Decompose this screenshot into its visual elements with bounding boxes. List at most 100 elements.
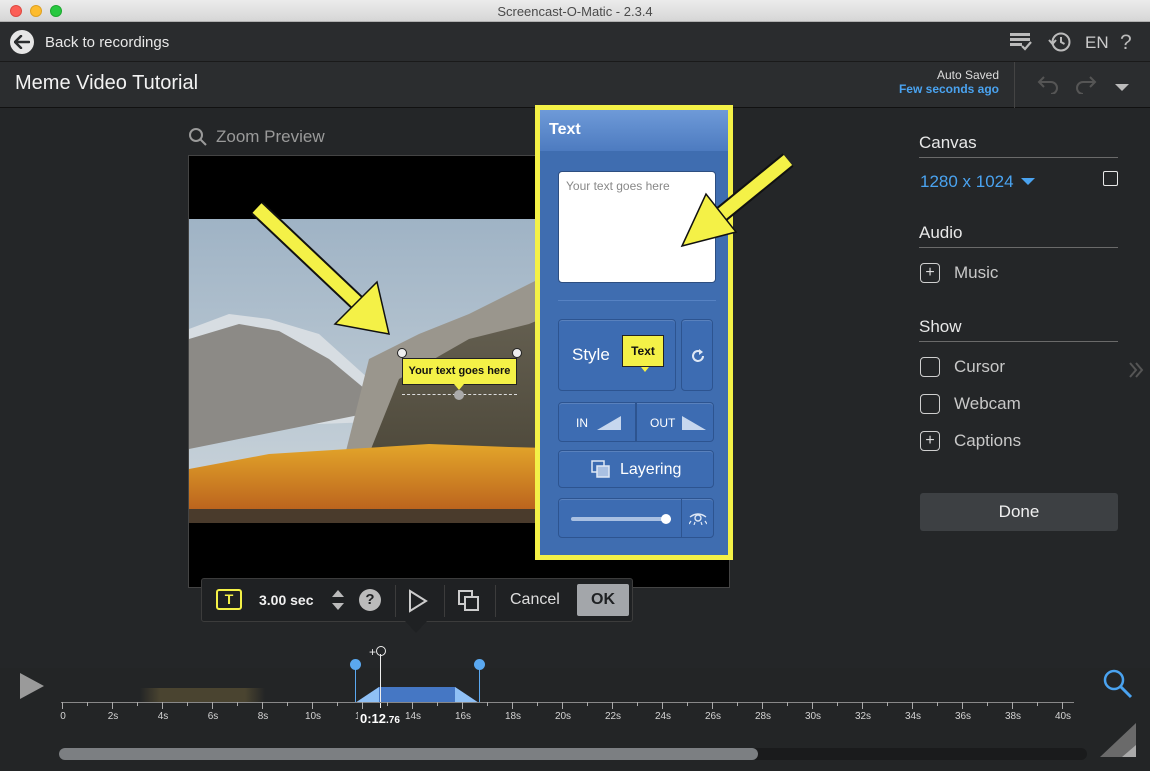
timeline-tick-label: 30s: [804, 711, 822, 722]
timeline-tick-label: 20s: [554, 711, 572, 722]
timeline-minor-tick: [87, 702, 88, 706]
ok-button[interactable]: OK: [577, 584, 629, 616]
opacity-slider-handle[interactable]: [661, 514, 671, 524]
timeline-minor-tick: [1037, 702, 1038, 706]
show-webcam-option[interactable]: Webcam: [920, 394, 1021, 414]
cursor-checkbox[interactable]: [920, 357, 940, 377]
caption-overlay[interactable]: Your text goes here: [397, 348, 522, 400]
undo-icon[interactable]: [1036, 74, 1060, 99]
layers-icon: [591, 460, 610, 478]
help-icon[interactable]: ?: [359, 589, 381, 611]
eye-icon[interactable]: [689, 513, 707, 525]
add-music-option[interactable]: + Music: [920, 263, 998, 283]
timeline-major-tick: [1012, 702, 1013, 709]
timeline-major-tick: [912, 702, 913, 709]
transition-in-button[interactable]: IN: [558, 402, 636, 442]
captions-label: Captions: [954, 431, 1022, 450]
refresh-style-button[interactable]: [681, 319, 713, 391]
resize-handle[interactable]: [512, 348, 522, 358]
timeline-minor-tick: [937, 702, 938, 706]
expand-panel-icon[interactable]: [1128, 361, 1144, 384]
segment-end-handle[interactable]: [474, 659, 485, 670]
timeline-minor-tick: [137, 702, 138, 706]
redo-icon[interactable]: [1074, 74, 1098, 99]
timeline-minor-tick: [337, 702, 338, 706]
cancel-button[interactable]: Cancel: [510, 591, 560, 609]
help-icon[interactable]: ?: [1120, 31, 1132, 55]
plus-icon: +: [920, 431, 940, 451]
existing-clip-segment[interactable]: [140, 688, 265, 702]
timeline-tick-label: 0: [60, 711, 66, 722]
play-preview-icon[interactable]: [408, 589, 428, 618]
zoom-preview-toggle[interactable]: Zoom Preview: [188, 127, 325, 147]
scrollbar-thumb[interactable]: [59, 748, 759, 760]
caption-text: Your text goes here: [408, 365, 511, 377]
opacity-control: [558, 498, 714, 538]
timeline-tick-label: 8s: [257, 711, 269, 722]
timeline[interactable]: + 02s4s6s8s10s12s14s16s18s20s22s24s26s28…: [0, 645, 1150, 771]
timeline-major-tick: [712, 702, 713, 709]
canvas-checkbox[interactable]: [1103, 171, 1118, 186]
timeline-minor-tick: [787, 702, 788, 706]
done-button[interactable]: Done: [920, 493, 1118, 531]
language-selector[interactable]: EN: [1085, 33, 1109, 53]
transition-out-button[interactable]: OUT: [636, 402, 714, 442]
show-cursor-option[interactable]: Cursor: [920, 357, 1005, 377]
timeline-zoom-icon[interactable]: [1102, 668, 1134, 705]
canvas-size-dropdown[interactable]: 1280 x 1024: [920, 172, 1035, 192]
back-to-recordings-button[interactable]: Back to recordings: [10, 29, 169, 55]
cursor-label: Cursor: [954, 357, 1006, 376]
timeline-major-tick: [162, 702, 163, 709]
annotation-arrow-icon: [251, 201, 390, 335]
playhead-handle[interactable]: [376, 646, 386, 656]
text-panel-header: Text: [540, 110, 728, 151]
project-title[interactable]: Meme Video Tutorial: [15, 72, 198, 95]
timeline-minor-tick: [987, 702, 988, 706]
checklist-icon[interactable]: [1009, 31, 1033, 58]
history-icon[interactable]: [1048, 31, 1072, 58]
current-time: 0:12.76: [358, 711, 402, 726]
timeline-minor-tick: [187, 702, 188, 706]
show-heading: Show: [919, 317, 962, 336]
canvas-size: 1280 x 1024: [920, 172, 1014, 191]
layering-button[interactable]: Layering: [558, 450, 714, 488]
timeline-minor-tick: [887, 702, 888, 706]
text-segment[interactable]: [355, 687, 479, 703]
back-arrow-icon: [10, 30, 34, 54]
webcam-checkbox[interactable]: [920, 394, 940, 414]
timeline-tick-label: 38s: [1004, 711, 1022, 722]
annotation-arrow-icon: [680, 153, 794, 248]
text-edit-toolbar: T 3.00 sec ? Cancel OK: [201, 578, 633, 633]
layering-label: Layering: [620, 461, 682, 478]
timeline-tick-label: 6s: [207, 711, 219, 722]
timeline-tick-label: 2s: [107, 711, 119, 722]
timeline-major-tick: [662, 702, 663, 709]
style-button[interactable]: Style Text: [558, 319, 676, 391]
timeline-major-tick: [962, 702, 963, 709]
opacity-slider[interactable]: [571, 517, 671, 521]
play-button[interactable]: [18, 671, 46, 706]
timeline-minor-tick: [437, 702, 438, 706]
duplicate-icon[interactable]: [458, 590, 480, 617]
timeline-major-tick: [262, 702, 263, 709]
timeline-major-tick: [612, 702, 613, 709]
timeline-minor-tick: [737, 702, 738, 706]
timeline-scrollbar[interactable]: [59, 748, 1087, 760]
fade-in-icon: [597, 416, 621, 430]
timeline-major-tick: [1062, 702, 1063, 709]
menu-chevron-down-icon[interactable]: [1114, 80, 1130, 98]
zoom-level-icon[interactable]: [1098, 719, 1138, 764]
timeline-major-tick: [212, 702, 213, 709]
duration-stepper[interactable]: [331, 587, 345, 618]
timeline-tick-label: 4s: [157, 711, 169, 722]
add-marker-icon[interactable]: +: [369, 645, 376, 659]
timeline-minor-tick: [537, 702, 538, 706]
duration-value[interactable]: 3.00 sec: [259, 592, 314, 608]
segment-start-handle[interactable]: [350, 659, 361, 670]
header-divider: [1014, 62, 1015, 108]
magnifier-icon: [189, 128, 207, 146]
current-time-main: 0:12: [360, 711, 387, 726]
rotate-handle[interactable]: [454, 390, 464, 400]
in-label: IN: [576, 416, 588, 430]
add-captions-option[interactable]: + Captions: [920, 431, 1021, 451]
